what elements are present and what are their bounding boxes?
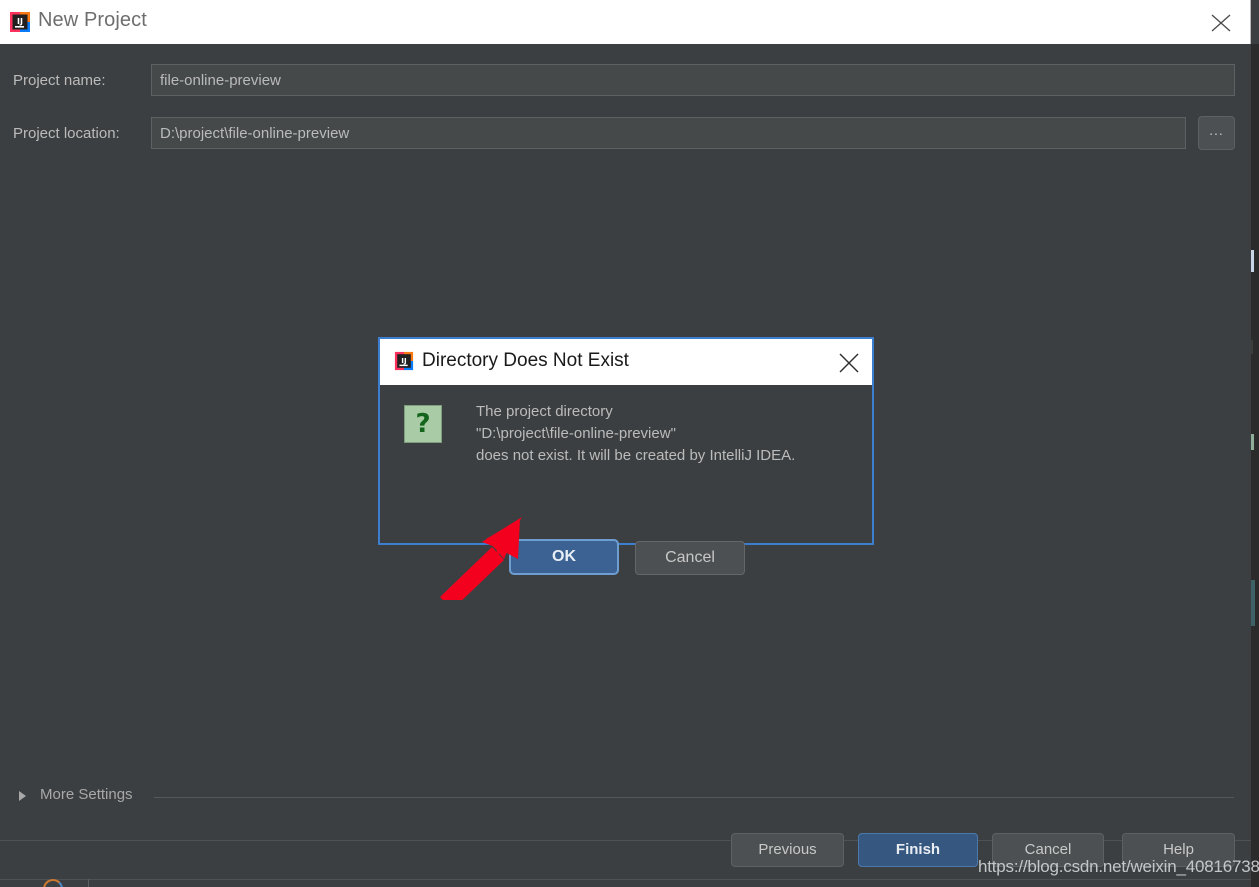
- project-name-input[interactable]: [151, 64, 1235, 96]
- new-project-window: IJ New Project Project name: Project loc…: [0, 0, 1259, 887]
- question-mark-icon: ?: [404, 405, 442, 443]
- svg-text:IJ: IJ: [17, 17, 23, 26]
- directory-does-not-exist-dialog: IJ Directory Does Not Exist ? The projec…: [378, 337, 874, 575]
- dialog-ok-button[interactable]: OK: [509, 539, 619, 575]
- status-bar-divider: [0, 879, 1251, 880]
- status-bar-separator: [88, 879, 89, 887]
- dialog-cancel-button[interactable]: Cancel: [635, 541, 745, 575]
- project-location-input[interactable]: [151, 117, 1186, 149]
- window-right-edge-strip: [1250, 44, 1259, 887]
- watermark-text: https://blog.csdn.net/weixin_40816738: [978, 857, 1259, 876]
- dialog-title: Directory Does Not Exist: [422, 350, 629, 371]
- dialog-message-line: does not exist. It will be created by In…: [476, 447, 796, 464]
- chevron-right-icon: [19, 791, 26, 801]
- project-name-label: Project name:: [13, 72, 106, 89]
- dialog-close-button[interactable]: [836, 350, 862, 376]
- more-settings-label: More Settings: [40, 786, 133, 803]
- project-location-label: Project location:: [13, 125, 120, 142]
- previous-button[interactable]: Previous: [731, 833, 844, 867]
- intellij-idea-logo-icon: IJ: [9, 11, 31, 33]
- more-settings-divider: [154, 797, 1234, 798]
- close-icon: [836, 353, 862, 380]
- finish-button[interactable]: Finish: [858, 833, 978, 867]
- browse-location-button[interactable]: ...: [1198, 116, 1235, 150]
- dialog-body: ? The project directory "D:\project\file…: [380, 385, 872, 575]
- dialog-message: The project directory "D:\project\file-o…: [476, 401, 856, 467]
- dialog-message-line: "D:\project\file-online-preview": [476, 425, 676, 442]
- window-title: New Project: [38, 9, 147, 31]
- intellij-idea-logo-icon: IJ: [394, 351, 414, 371]
- more-settings-section[interactable]: More Settings: [0, 786, 1251, 810]
- dialog-titlebar: IJ Directory Does Not Exist: [380, 339, 872, 385]
- dialog-message-line: The project directory: [476, 403, 613, 420]
- window-close-button[interactable]: [1198, 0, 1244, 44]
- window-titlebar: IJ New Project: [0, 0, 1251, 44]
- svg-text:IJ: IJ: [401, 356, 407, 365]
